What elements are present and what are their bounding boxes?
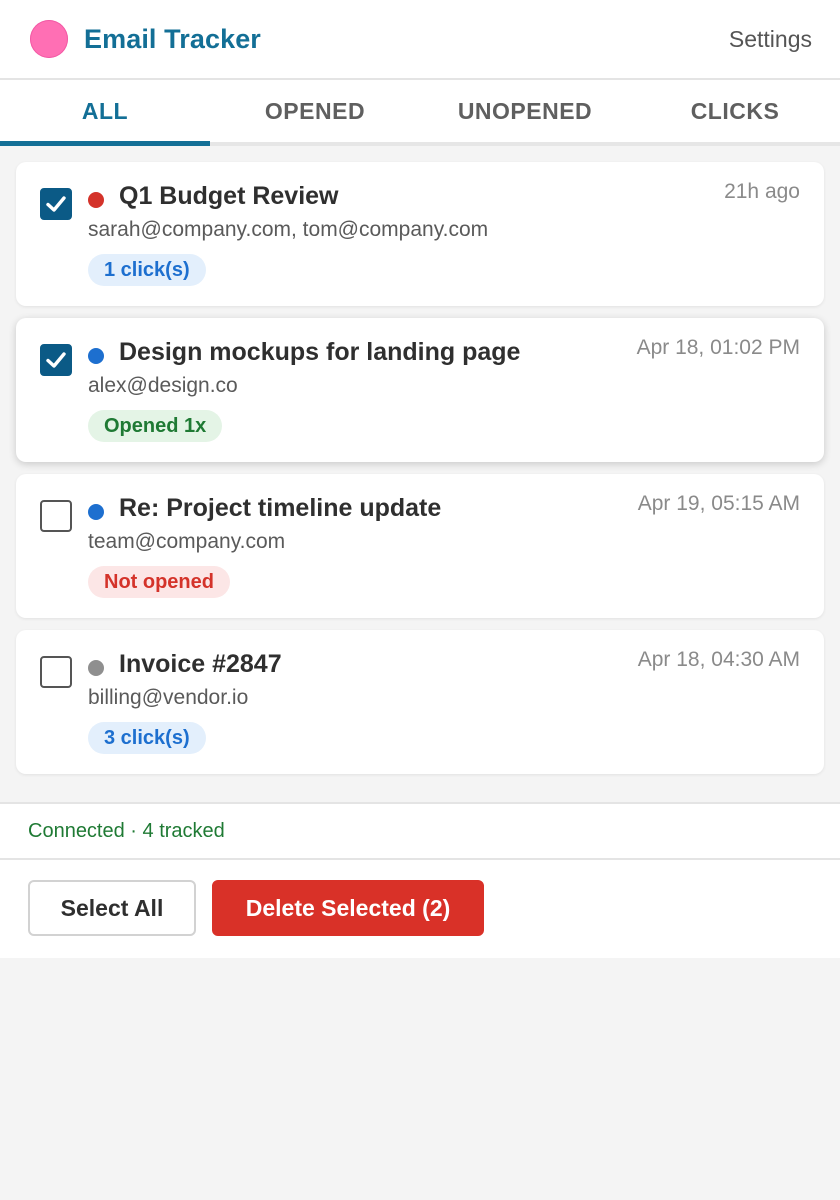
status-dot [88, 660, 104, 676]
email-time: Apr 19, 05:15 AM [637, 492, 800, 515]
email-time: 21h ago [724, 180, 800, 203]
email-list: Q1 Budget Review 21h ago sarah@company.c… [0, 146, 840, 802]
email-card[interactable]: Re: Project timeline update Apr 19, 05:1… [16, 474, 824, 618]
select-checkbox[interactable] [40, 344, 72, 376]
status-badge: Opened 1x [88, 410, 223, 442]
tab-opened[interactable]: OPENED [210, 80, 420, 142]
tab-all[interactable]: ALL [0, 80, 210, 146]
email-time: Apr 18, 01:02 PM [636, 336, 800, 359]
connection-status: Connected · 4 tracked [0, 802, 840, 860]
email-recipients: team@company.com [88, 530, 286, 553]
email-tracker-app: Email Tracker Settings ALL OPENED UNOPEN… [0, 0, 840, 146]
select-checkbox[interactable] [40, 188, 72, 220]
email-subject: Design mockups for landing page [119, 338, 521, 366]
email-recipients: sarah@company.com, tom@company.com [88, 218, 489, 241]
header: Email Tracker Settings [0, 0, 840, 80]
status-badge: 3 click(s) [88, 722, 206, 754]
status-badge: Not opened [88, 566, 230, 598]
logo-icon [30, 20, 68, 58]
checkmark-icon [46, 196, 66, 212]
app-title: Email Tracker [84, 23, 261, 54]
email-card[interactable]: Q1 Budget Review 21h ago sarah@company.c… [16, 162, 824, 306]
status-badge: 1 click(s) [88, 254, 206, 286]
delete-selected-button[interactable]: Delete Selected (2) [212, 880, 484, 936]
settings-link[interactable]: Settings [729, 26, 812, 53]
status-dot [88, 192, 104, 208]
email-time: Apr 18, 04:30 AM [637, 648, 800, 671]
tab-clicks[interactable]: CLICKS [630, 80, 840, 142]
status-dot [88, 348, 104, 364]
status-dot [88, 504, 104, 520]
email-card[interactable]: Design mockups for landing page Apr 18, … [16, 318, 824, 462]
select-all-button[interactable]: Select All [28, 880, 196, 936]
email-card[interactable]: Invoice #2847 Apr 18, 04:30 AM billing@v… [16, 630, 824, 774]
empty-area [0, 958, 840, 1198]
select-checkbox[interactable] [40, 500, 72, 532]
email-subject: Re: Project timeline update [119, 494, 442, 522]
brand: Email Tracker [30, 20, 261, 58]
email-recipients: billing@vendor.io [88, 686, 249, 709]
action-bar: Select All Delete Selected (2) [0, 860, 840, 958]
tab-unopened[interactable]: UNOPENED [420, 80, 630, 142]
email-subject: Invoice #2847 [119, 650, 282, 678]
checkmark-icon [46, 352, 66, 368]
tab-bar: ALL OPENED UNOPENED CLICKS [0, 80, 840, 146]
email-subject: Q1 Budget Review [119, 182, 339, 210]
select-checkbox[interactable] [40, 656, 72, 688]
email-recipients: alex@design.co [88, 374, 238, 397]
